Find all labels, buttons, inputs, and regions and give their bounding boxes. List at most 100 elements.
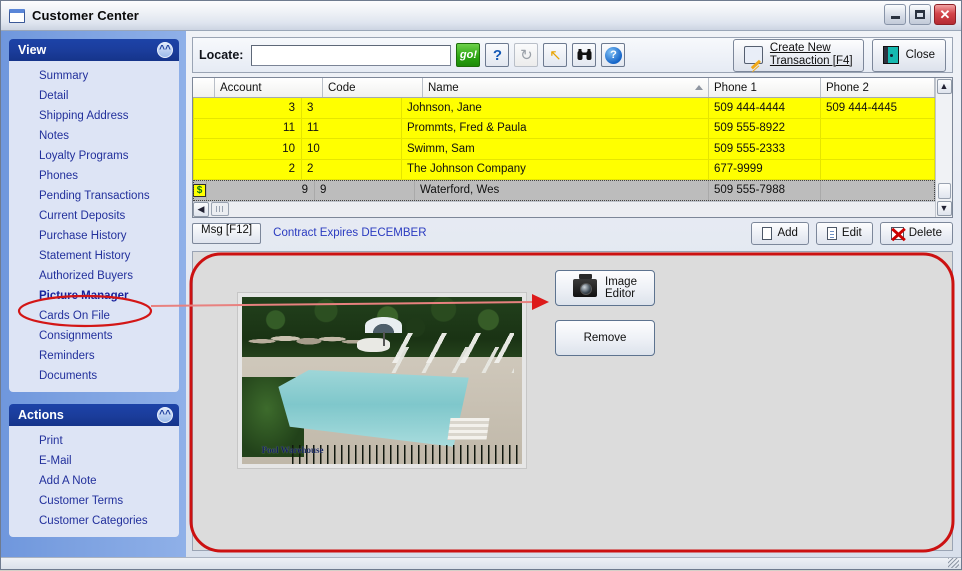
cell-name: Johnson, Jane (402, 98, 709, 118)
resize-grip-icon[interactable] (948, 558, 959, 568)
sidebar-item-loyalty-programs[interactable]: Loyalty Programs (9, 146, 179, 166)
vertical-scroll-thumb[interactable] (937, 182, 951, 199)
edit-pencil-icon (743, 46, 763, 64)
scroll-down-button[interactable]: ▼ (936, 200, 952, 216)
customer-photo[interactable]: Pool Warehouse (237, 291, 527, 469)
scroll-left-button[interactable]: ◀ (193, 201, 209, 217)
message-bar: Msg [F12] Contract Expires DECEMBER Add … (192, 221, 953, 245)
sidebar-item-shipping-address[interactable]: Shipping Address (9, 106, 179, 126)
caption-buttons: ✕ (884, 4, 956, 25)
cell-code: 3 (302, 98, 402, 118)
table-row[interactable]: 11 11 Prommts, Fred & Paula 509 555-8922 (193, 118, 935, 139)
sidebar-item-consignments[interactable]: Consignments (9, 326, 179, 346)
table-row[interactable]: 3 3 Johnson, Jane 509 444-4444 509 444-4… (193, 98, 935, 119)
sidebar-item-current-deposits[interactable]: Current Deposits (9, 206, 179, 226)
sidebar-item-add-a-note[interactable]: Add A Note (9, 471, 179, 491)
delete-button[interactable]: Delete (879, 221, 953, 245)
picture-manager-pane: Pool Warehouse Image Editor Remove (192, 250, 953, 551)
minimize-button[interactable] (884, 4, 906, 25)
go-button[interactable]: go! (456, 43, 481, 67)
view-panel-body: Summary Detail Shipping Address Notes Lo… (9, 61, 179, 392)
sidebar-item-customer-categories[interactable]: Customer Categories (9, 511, 179, 531)
maximize-button[interactable] (909, 4, 931, 25)
view-panel-header: View ^^ (9, 39, 179, 61)
sidebar-item-customer-terms[interactable]: Customer Terms (9, 491, 179, 511)
remove-button[interactable]: Remove (555, 319, 655, 356)
add-button[interactable]: Add (751, 221, 809, 245)
cursor-arrow-icon[interactable]: ↖ (543, 43, 568, 67)
remove-button-label: Remove (583, 331, 627, 344)
sidebar-item-print[interactable]: Print (9, 431, 179, 451)
new-page-icon (762, 226, 773, 240)
sidebar-item-notes[interactable]: Notes (9, 126, 179, 146)
chevrons-up-icon[interactable]: ^^ (157, 407, 173, 423)
cell-name: Prommts, Fred & Paula (402, 118, 709, 138)
help-icon[interactable]: ? (601, 43, 626, 67)
cell-code: 2 (302, 159, 402, 179)
cell-account: 10 (194, 139, 302, 159)
view-panel: View ^^ Summary Detail Shipping Address … (9, 39, 179, 392)
grid-horizontal-scrollbar[interactable]: ◀ (193, 200, 935, 217)
chevrons-up-icon[interactable]: ^^ (157, 42, 173, 58)
grid-header-code[interactable]: Code (323, 78, 423, 97)
cell-phone1: 509 555-8922 (709, 118, 821, 138)
sidebar-item-email[interactable]: E-Mail (9, 451, 179, 471)
grid-header-row: Account Code Name Phone 1 Phone 2 (193, 78, 935, 98)
grid-header-name[interactable]: Name (423, 78, 709, 97)
sidebar-item-reminders[interactable]: Reminders (9, 346, 179, 366)
sidebar-item-purchase-history[interactable]: Purchase History (9, 226, 179, 246)
sidebar-item-documents[interactable]: Documents (9, 366, 179, 386)
grid-header-phone2[interactable]: Phone 2 (821, 78, 935, 97)
photo-watermark: Pool Warehouse (261, 445, 324, 456)
horizontal-scroll-thumb[interactable] (211, 202, 229, 216)
sort-ascending-icon (695, 85, 703, 90)
grid-header-phone1[interactable]: Phone 1 (709, 78, 821, 97)
cell-phone1: 677-9999 (709, 159, 821, 179)
sidebar-item-statement-history[interactable]: Statement History (9, 246, 179, 266)
binoculars-icon[interactable] (572, 43, 597, 67)
edit-button[interactable]: Edit (815, 221, 873, 245)
row-indicator: $ (193, 181, 207, 200)
close-button[interactable]: Close (871, 38, 946, 72)
table-row-selected[interactable]: $ 9 9 Waterford, Wes 509 555-7988 (193, 180, 935, 201)
vertical-scroll-track[interactable] (936, 95, 952, 183)
exit-door-icon (882, 46, 899, 64)
sidebar-item-pending-transactions[interactable]: Pending Transactions (9, 186, 179, 206)
sidebar-item-cards-on-file[interactable]: Cards On File (9, 306, 179, 326)
table-row[interactable]: 2 2 The Johnson Company 677-9999 (193, 159, 935, 180)
question-icon[interactable]: ? (485, 43, 510, 67)
sidebar-item-authorized-buyers[interactable]: Authorized Buyers (9, 266, 179, 286)
actions-panel: Actions ^^ Print E-Mail Add A Note Custo… (9, 404, 179, 537)
locate-label: Locate: (199, 48, 244, 62)
close-icon[interactable]: ✕ (934, 4, 956, 25)
grid-header-account[interactable]: Account (215, 78, 323, 97)
search-input[interactable] (251, 44, 452, 66)
create-new-transaction-button[interactable]: Create New Transaction [F4] (732, 38, 864, 72)
grid-vertical-scrollbar[interactable]: ▲ ▼ (935, 78, 952, 217)
table-row[interactable]: 10 10 Swimm, Sam 509 555-2333 (193, 139, 935, 160)
actions-panel-body: Print E-Mail Add A Note Customer Terms C… (9, 426, 179, 537)
view-panel-title: View (18, 43, 47, 57)
cell-code: 11 (302, 118, 402, 138)
create-new-transaction-label-line1: Create New (769, 42, 831, 54)
scroll-up-button[interactable]: ▲ (936, 79, 952, 94)
edit-button-label: Edit (841, 227, 862, 239)
status-bar (1, 557, 961, 569)
picture-actions: Image Editor Remove (555, 269, 655, 356)
sidebar-item-detail[interactable]: Detail (9, 86, 179, 106)
cell-phone2 (821, 181, 935, 200)
sidebar-item-picture-manager[interactable]: Picture Manager (9, 286, 179, 306)
actions-panel-header: Actions ^^ (9, 404, 179, 426)
cell-phone2 (821, 139, 935, 159)
cell-account: 3 (194, 98, 302, 118)
refresh-icon[interactable]: ↻ (514, 43, 539, 67)
delete-button-label: Delete (908, 227, 942, 239)
sidebar-item-summary[interactable]: Summary (9, 66, 179, 86)
add-button-label: Add (777, 227, 798, 239)
pool-photo-image: Pool Warehouse (242, 296, 522, 464)
cell-name: Swimm, Sam (402, 139, 709, 159)
msg-button[interactable]: Msg [F12] (192, 222, 262, 244)
sidebar-item-phones[interactable]: Phones (9, 166, 179, 186)
cell-name: Waterford, Wes (415, 181, 709, 200)
image-editor-button[interactable]: Image Editor (555, 269, 655, 306)
